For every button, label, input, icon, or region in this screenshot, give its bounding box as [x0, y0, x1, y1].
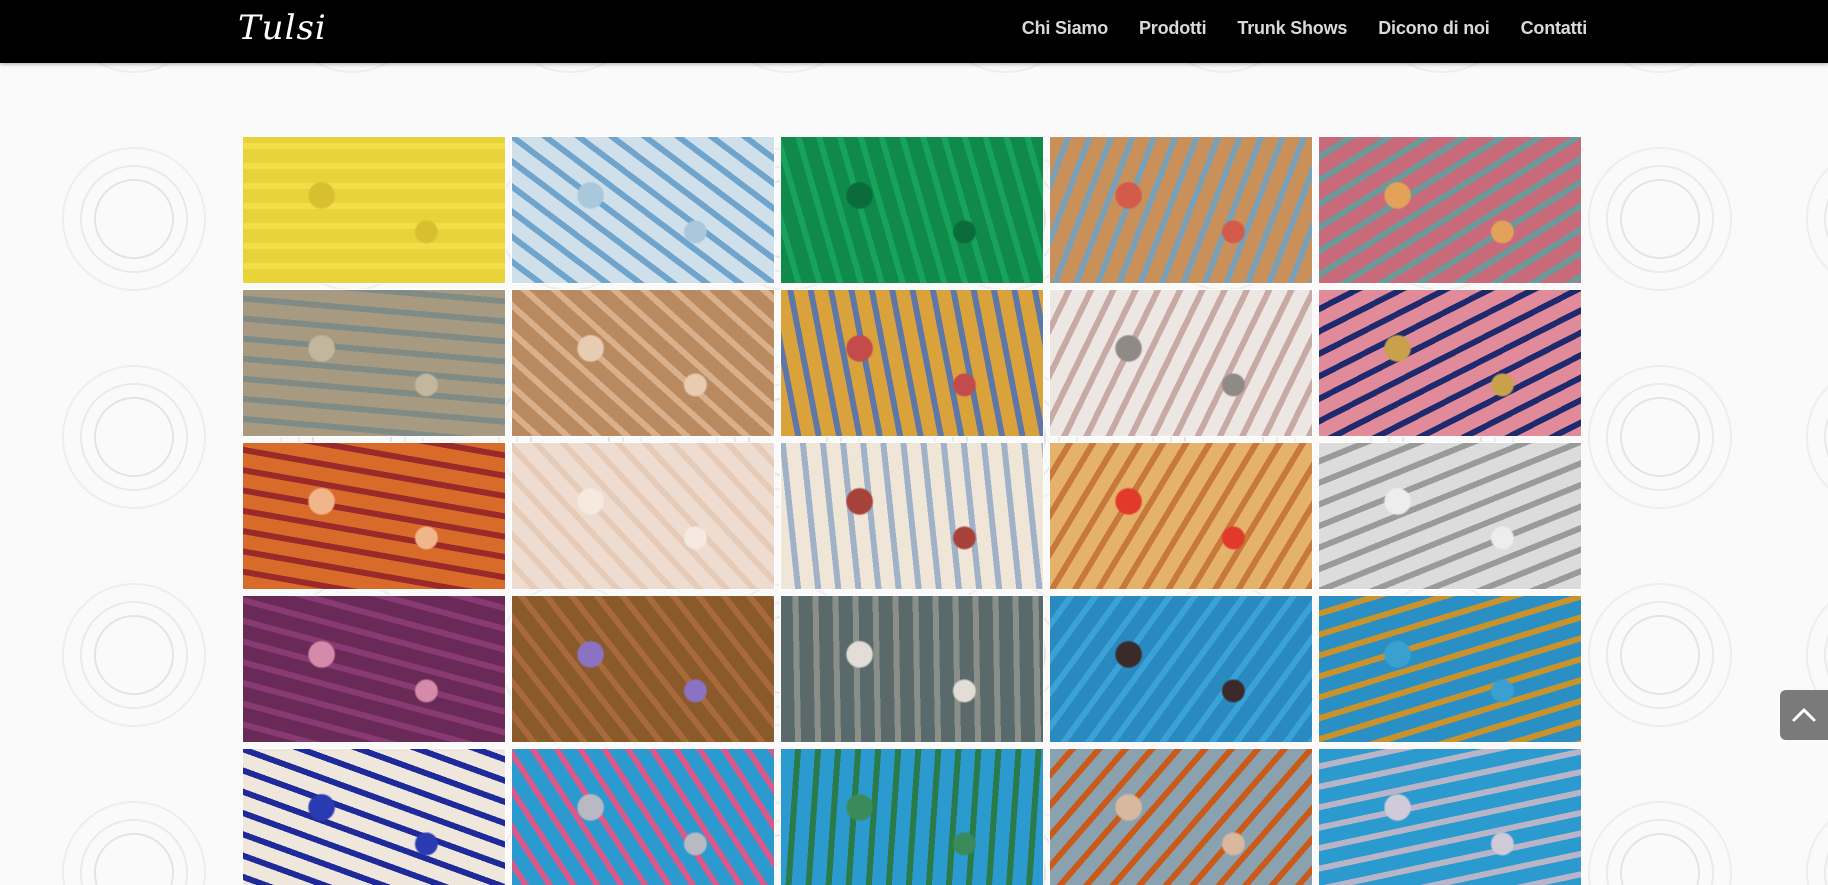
gallery-thumbnail[interactable]	[780, 289, 1044, 437]
gallery-thumbnail[interactable]	[1318, 289, 1582, 437]
gallery-thumbnail[interactable]	[1318, 442, 1582, 590]
back-to-top-button[interactable]	[1780, 690, 1828, 740]
gallery-thumbnail[interactable]	[1049, 595, 1313, 743]
gallery-thumbnail[interactable]	[1318, 595, 1582, 743]
nav-item-dicono-di-noi[interactable]: Dicono di noi	[1378, 18, 1490, 39]
gallery-thumbnail[interactable]	[780, 748, 1044, 885]
gallery-thumbnail[interactable]	[242, 136, 506, 284]
gallery-thumbnail[interactable]	[511, 442, 775, 590]
chevron-up-icon	[1792, 708, 1816, 722]
page: Tulsi Chi Siamo Prodotti Trunk Shows Dic…	[0, 0, 1828, 885]
gallery-thumbnail[interactable]	[242, 289, 506, 437]
gallery-thumbnail[interactable]	[511, 136, 775, 284]
nav-item-chi-siamo[interactable]: Chi Siamo	[1022, 18, 1108, 39]
gallery-thumbnail[interactable]	[1049, 442, 1313, 590]
gallery-thumbnail[interactable]	[242, 748, 506, 885]
gallery-thumbnail[interactable]	[780, 442, 1044, 590]
site-header: Tulsi Chi Siamo Prodotti Trunk Shows Dic…	[0, 0, 1828, 63]
gallery-thumbnail[interactable]	[780, 595, 1044, 743]
gallery-thumbnail[interactable]	[1318, 136, 1582, 284]
gallery-thumbnail[interactable]	[511, 748, 775, 885]
gallery-thumbnail[interactable]	[1049, 136, 1313, 284]
gallery-thumbnail[interactable]	[1049, 748, 1313, 885]
nav-item-contatti[interactable]: Contatti	[1521, 18, 1588, 39]
gallery-thumbnail[interactable]	[780, 136, 1044, 284]
gallery-thumbnail[interactable]	[1318, 748, 1582, 885]
nav-item-trunk-shows[interactable]: Trunk Shows	[1237, 18, 1347, 39]
gallery-thumbnail[interactable]	[242, 595, 506, 743]
product-gallery	[242, 136, 1582, 885]
nav-item-prodotti[interactable]: Prodotti	[1139, 18, 1207, 39]
gallery-thumbnail[interactable]	[511, 289, 775, 437]
site-logo[interactable]: Tulsi	[238, 8, 327, 48]
main-navigation: Chi Siamo Prodotti Trunk Shows Dicono di…	[1022, 0, 1587, 57]
gallery-thumbnail[interactable]	[1049, 289, 1313, 437]
gallery-thumbnail[interactable]	[511, 595, 775, 743]
gallery-thumbnail[interactable]	[242, 442, 506, 590]
